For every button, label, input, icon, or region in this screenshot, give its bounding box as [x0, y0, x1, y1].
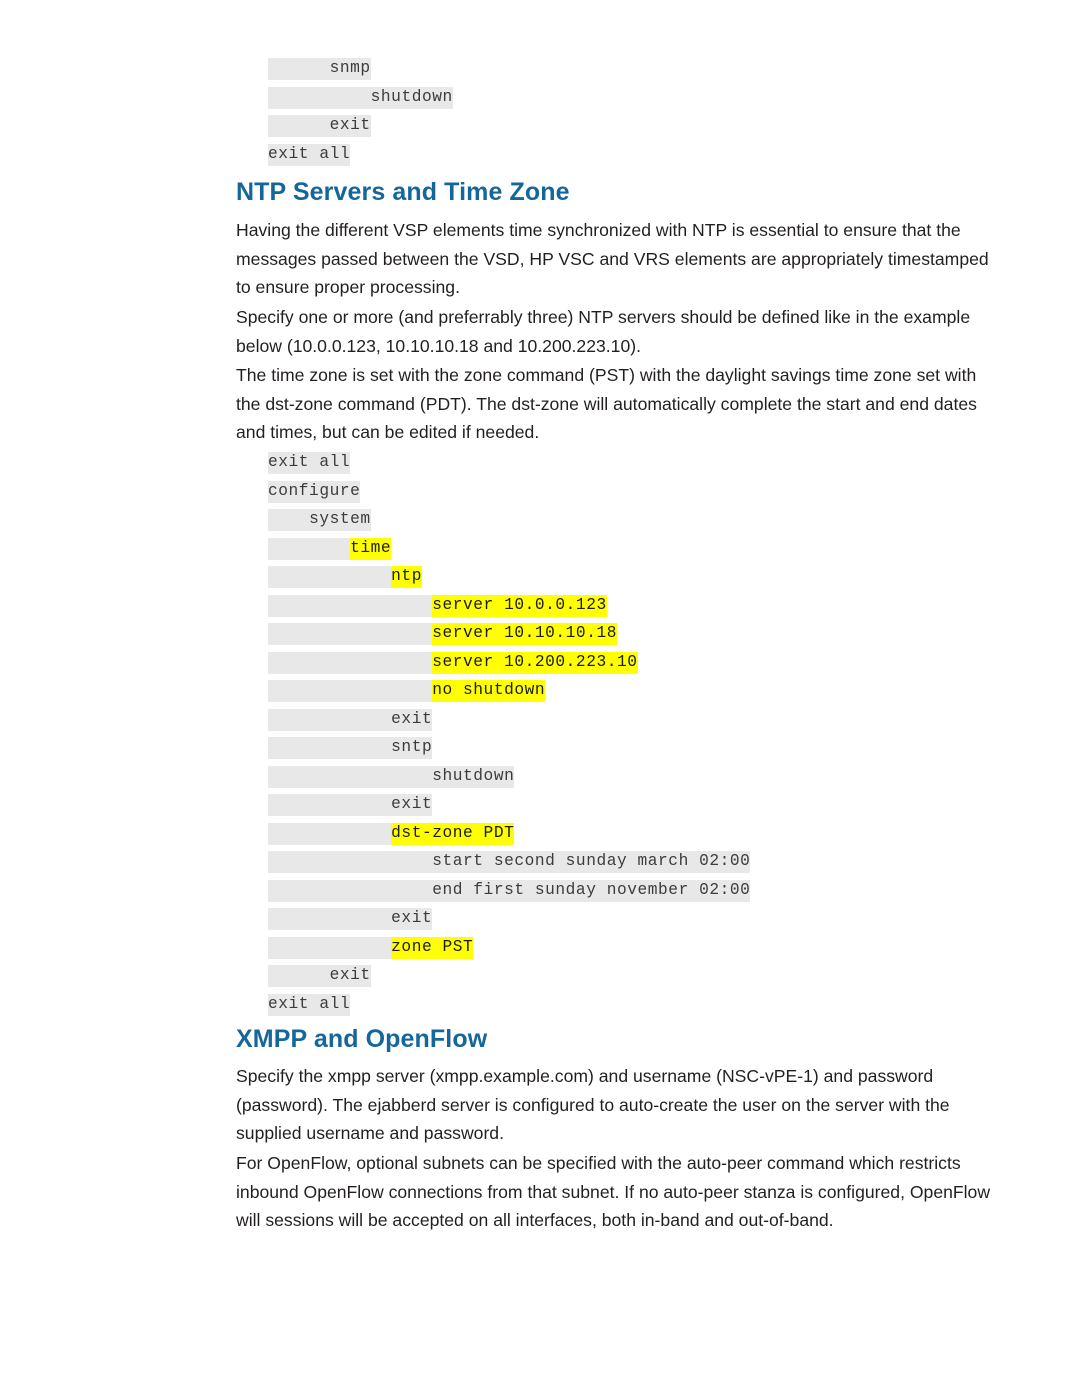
code-indent	[268, 566, 392, 588]
heading-ntp-servers-and-time-zone: NTP Servers and Time Zone	[236, 178, 570, 206]
code-line: exit	[268, 794, 750, 816]
code-text: shutdown	[432, 765, 515, 788]
ntp-time-zone-code-block: exit all configure system time ntp server…	[268, 452, 751, 1022]
code-text-highlighted: server 10.200.223.10	[432, 651, 638, 674]
code-line: server 10.10.10.18	[268, 623, 750, 645]
page-footer: 36 HP VSC Software Installation	[0, 1317, 1080, 1397]
code-line: shutdown	[268, 86, 453, 109]
code-line: exit all	[268, 993, 750, 1016]
paragraph-xmpp-server: Specify the xmpp server (xmpp.example.co…	[236, 1066, 955, 1144]
code-text: configure	[268, 480, 361, 503]
code-text-highlighted: ntp	[391, 566, 422, 588]
code-line: start second sunday march 02:00	[268, 851, 751, 873]
code-indent	[268, 765, 433, 788]
code-indent	[268, 851, 433, 873]
code-line: sntp	[268, 737, 750, 759]
code-line: exit	[268, 708, 750, 731]
code-indent	[268, 651, 433, 674]
code-line: snmp	[268, 58, 453, 80]
code-line: dst-zone PDT	[268, 822, 750, 845]
code-indent	[268, 822, 392, 845]
code-line: exit	[268, 115, 453, 137]
code-line: exit	[268, 908, 750, 930]
code-text-highlighted: dst-zone PDT	[391, 822, 515, 845]
code-text: snmp	[329, 58, 371, 80]
code-line: exit all	[268, 143, 453, 166]
code-line: ntp	[268, 566, 750, 588]
code-indent	[268, 680, 433, 702]
code-text: exit	[391, 908, 433, 930]
code-indent	[268, 879, 433, 902]
code-text: shutdown	[370, 86, 453, 109]
code-text-highlighted: server 10.10.10.18	[432, 623, 617, 645]
code-indent	[268, 58, 330, 80]
code-indent	[268, 623, 433, 645]
code-line: configure	[268, 480, 750, 503]
code-text: exit all	[268, 993, 351, 1016]
code-text-highlighted: server 10.0.0.123	[432, 594, 607, 617]
code-line: exit all	[268, 452, 750, 474]
code-indent	[268, 794, 392, 816]
heading-xmpp-and-openflow: XMPP and OpenFlow	[236, 1025, 488, 1053]
code-text: exit all	[268, 143, 351, 166]
code-indent	[268, 708, 392, 731]
code-line: zone PST	[268, 936, 750, 959]
paragraph-openflow-autopeer: For OpenFlow, optional subnets can be sp…	[236, 1153, 995, 1231]
code-indent	[268, 908, 392, 930]
code-indent	[268, 965, 330, 987]
paragraph-ntp-servers: Specify one or more (and preferrably thr…	[236, 307, 975, 356]
code-text: exit	[391, 708, 433, 731]
code-text: exit all	[268, 452, 351, 474]
code-text: exit	[329, 965, 371, 987]
snmp-shutdown-code-block: snmp shutdown exit exit all	[268, 58, 453, 172]
code-indent	[268, 936, 392, 959]
code-line: shutdown	[268, 765, 750, 788]
code-text: start second sunday march 02:00	[432, 851, 751, 873]
code-text-highlighted: time	[350, 537, 392, 560]
code-text: system	[309, 509, 371, 531]
code-line: end first sunday november 02:00	[268, 879, 751, 902]
code-line: exit	[268, 965, 750, 987]
code-line: server 10.200.223.10	[268, 651, 750, 674]
document-page: snmp shutdown exit exit all NTP Servers a…	[0, 0, 1080, 1397]
code-indent	[268, 737, 392, 759]
code-line: time	[268, 537, 750, 560]
code-text: sntp	[391, 737, 433, 759]
code-indent	[268, 594, 433, 617]
code-indent	[268, 86, 371, 109]
code-text: exit	[329, 115, 371, 137]
paragraph-ntp-intro: Having the different VSP elements time s…	[236, 220, 994, 298]
code-text: end first sunday november 02:00	[432, 879, 751, 902]
code-line: server 10.0.0.123	[268, 594, 750, 617]
code-text-highlighted: zone PST	[391, 936, 474, 959]
code-line: no shutdown	[268, 680, 750, 702]
paragraph-ntp-timezone: The time zone is set with the zone comma…	[236, 365, 982, 443]
code-indent	[268, 537, 351, 560]
code-line: system	[268, 509, 750, 531]
code-indent	[268, 509, 310, 531]
code-text: exit	[391, 794, 433, 816]
code-text-highlighted: no shutdown	[432, 680, 546, 702]
code-indent	[268, 115, 330, 137]
